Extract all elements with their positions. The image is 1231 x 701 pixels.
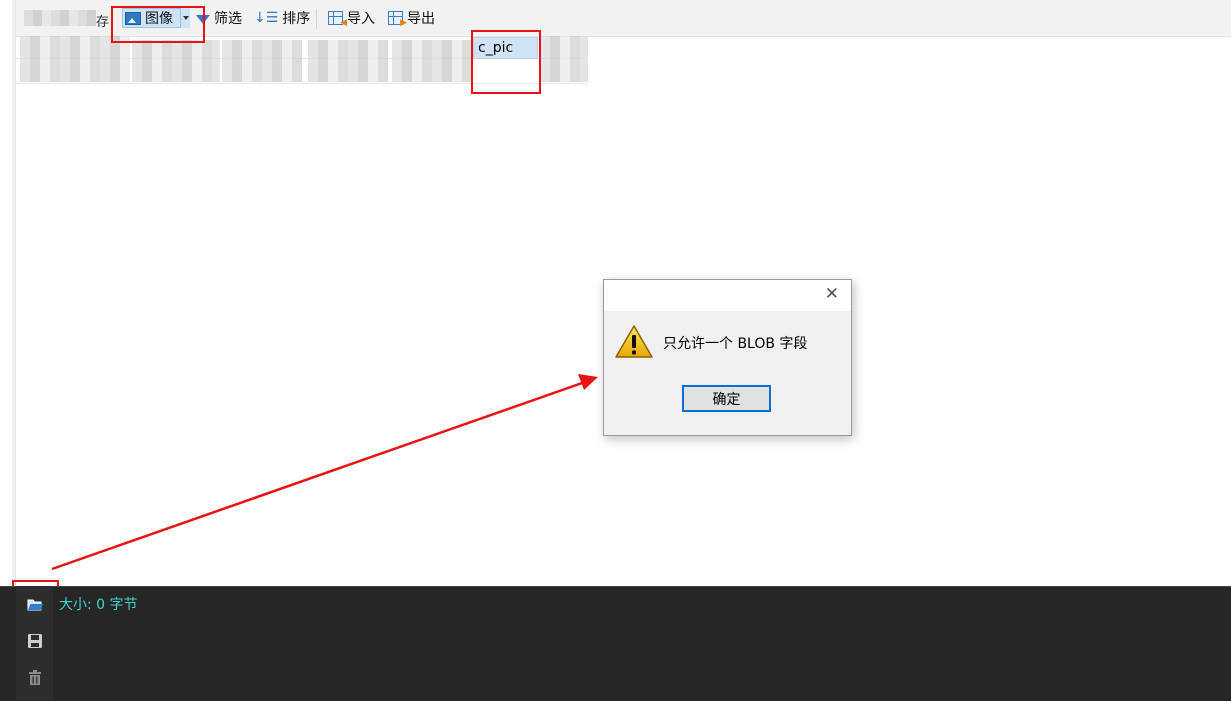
annotation-box-image-button xyxy=(111,6,205,43)
blurred-column xyxy=(392,40,472,82)
sort-icon: ↓☰ xyxy=(254,10,279,26)
toolbar-fragment: 存 xyxy=(96,15,110,30)
left-gutter xyxy=(12,0,16,586)
blurred-column xyxy=(222,40,302,82)
ok-button[interactable]: 确定 xyxy=(682,385,771,412)
import-button[interactable]: ◀ 导入 xyxy=(328,6,375,30)
sort-button[interactable]: ↓☰ 排序 xyxy=(254,6,310,30)
export-icon: ▶ xyxy=(388,11,407,28)
blob-viewer-panel xyxy=(0,586,1231,701)
trash-icon[interactable] xyxy=(26,668,44,686)
blob-tools-sidebar xyxy=(16,586,53,700)
blurred-column xyxy=(540,36,588,82)
toolbar-separator xyxy=(316,9,317,29)
blob-size-label: 大小: 0 字节 xyxy=(59,597,138,613)
dialog-message: 只允许一个 BLOB 字段 xyxy=(663,336,808,352)
dialog-titlebar: ✕ xyxy=(604,280,851,311)
export-button[interactable]: ▶ 导出 xyxy=(388,6,435,30)
save-icon[interactable] xyxy=(26,632,44,650)
folder-open-icon[interactable] xyxy=(26,596,44,614)
close-icon[interactable]: ✕ xyxy=(825,286,839,303)
filter-button-label: 筛选 xyxy=(214,11,242,27)
import-button-label: 导入 xyxy=(347,11,375,27)
import-icon: ◀ xyxy=(328,11,347,28)
warning-icon xyxy=(615,325,653,358)
message-dialog: ✕ 只允许一个 BLOB 字段 确定 xyxy=(603,279,852,436)
toolbar-blurred-area xyxy=(24,10,96,26)
blurred-column xyxy=(132,40,220,82)
blurred-column xyxy=(308,40,388,82)
annotation-box-column xyxy=(471,30,541,94)
export-button-label: 导出 xyxy=(407,11,435,27)
sort-button-label: 排序 xyxy=(282,11,311,27)
